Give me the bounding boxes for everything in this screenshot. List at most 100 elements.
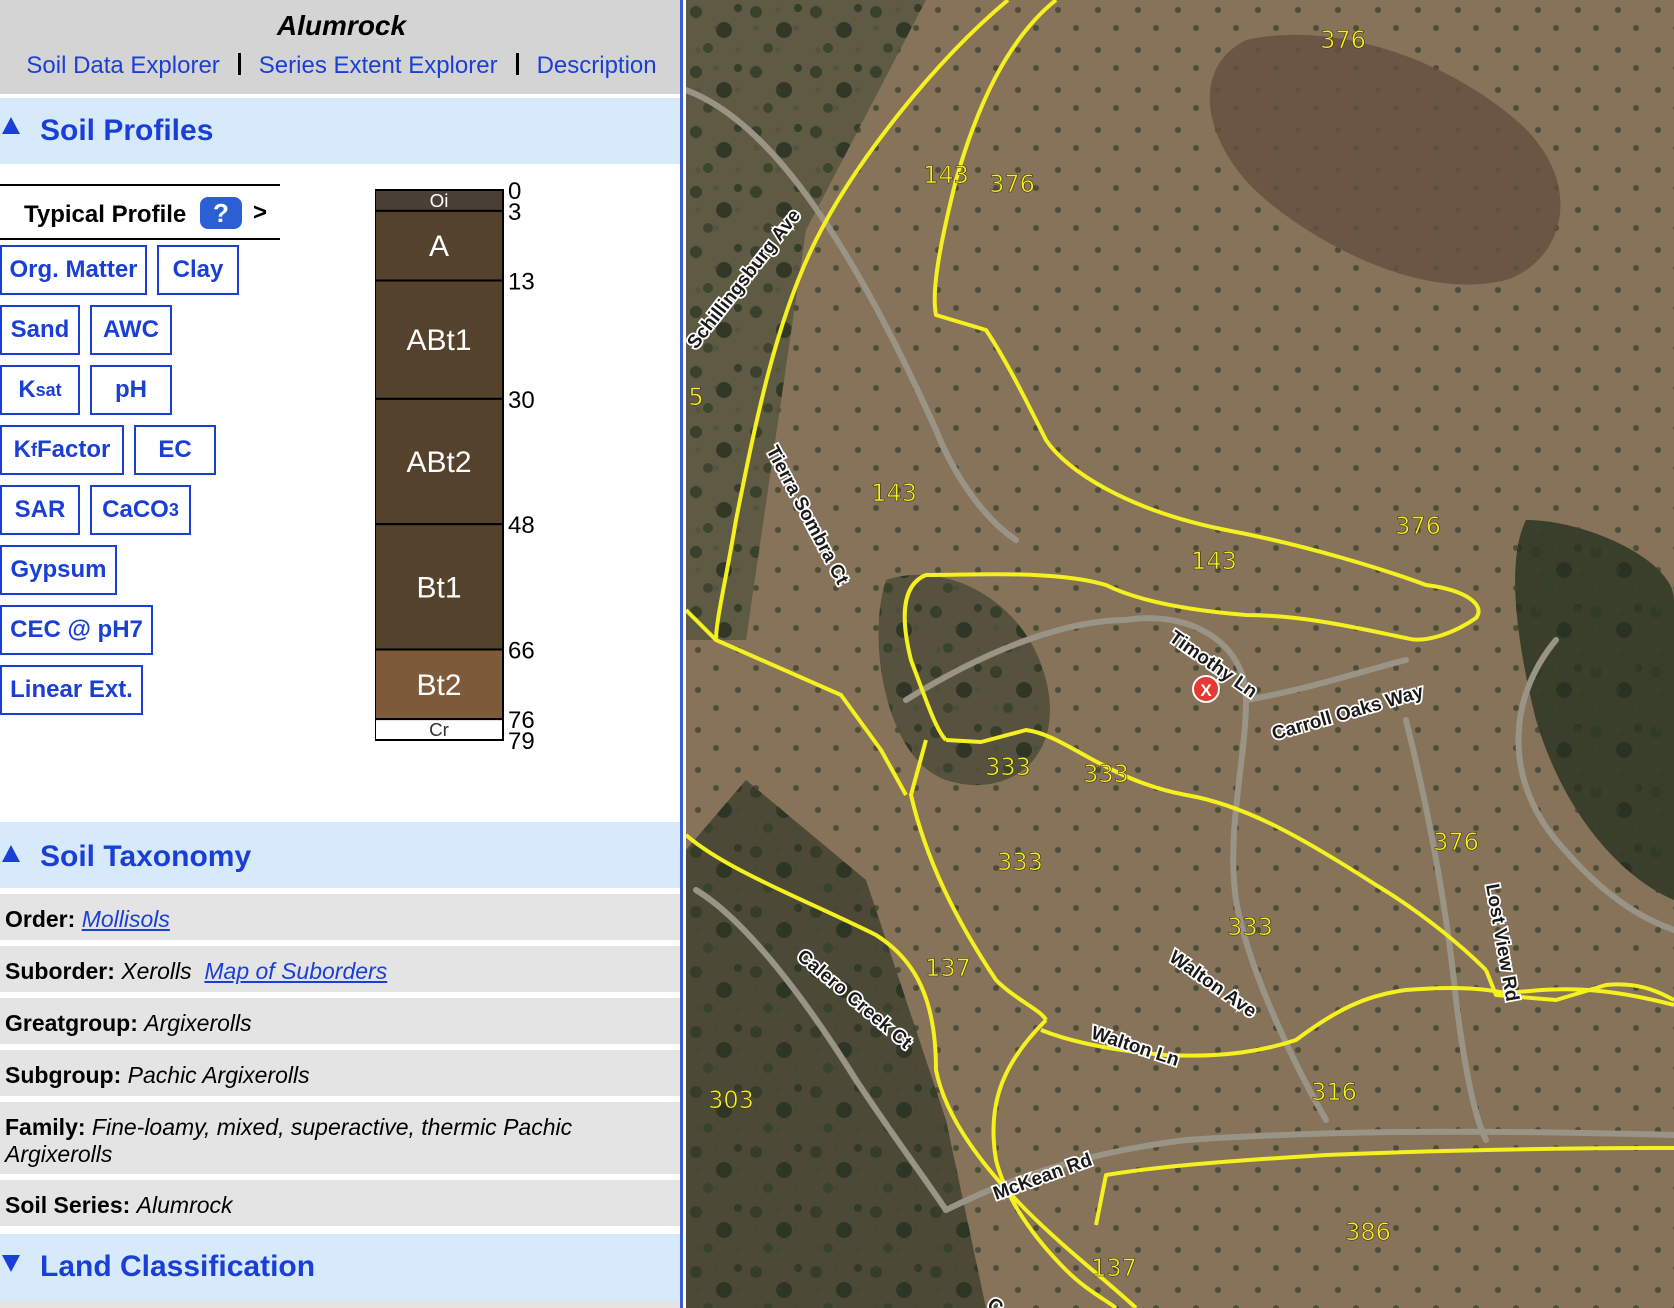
- suborder-label: Suborder:: [5, 958, 115, 984]
- greatgroup-value: Argixerolls: [144, 1010, 252, 1036]
- property-button-ksat[interactable]: Ksat: [0, 365, 80, 415]
- expand-triangle-icon: [2, 1255, 20, 1272]
- order-link[interactable]: Mollisols: [82, 906, 170, 932]
- map-unit-label[interactable]: 316: [1311, 1078, 1357, 1107]
- subgroup-label: Subgroup:: [5, 1062, 122, 1088]
- property-button-org-matter[interactable]: Org. Matter: [0, 245, 147, 295]
- property-button-label: K: [18, 376, 36, 403]
- map-of-suborders-link[interactable]: Map of Suborders: [204, 958, 387, 984]
- subgroup-value: Pachic Argixerolls: [127, 1062, 310, 1088]
- soil-taxonomy-header[interactable]: Soil Taxonomy: [0, 822, 680, 888]
- land-classification-header[interactable]: Land Classification: [0, 1234, 680, 1300]
- nav-link-series-extent-explorer[interactable]: Series Extent Explorer: [259, 52, 498, 79]
- property-button-label: AWC: [103, 316, 159, 343]
- map-unit-label[interactable]: 333: [1227, 913, 1273, 942]
- soil-profiles-heading: Soil Profiles: [40, 114, 214, 147]
- map-unit-label[interactable]: 386: [1345, 1218, 1391, 1247]
- location-marker-label: X: [1200, 681, 1212, 700]
- depth-tick-label: 79: [508, 728, 535, 755]
- map-unit-label[interactable]: 333: [985, 753, 1031, 782]
- nav-link-soil-data-explorer[interactable]: Soil Data Explorer: [26, 52, 219, 79]
- next-arrow-icon[interactable]: >: [253, 199, 267, 227]
- soil-profiles-header[interactable]: Soil Profiles: [0, 98, 680, 164]
- horizon-label: ABt1: [406, 324, 471, 357]
- nav-link-description[interactable]: Description: [537, 52, 657, 79]
- taxonomy-row-subgroup: Subgroup: Pachic Argixerolls: [0, 1050, 680, 1096]
- property-button-cec[interactable]: CEC @ pH7: [0, 605, 153, 655]
- depth-tick-label: 66: [508, 637, 535, 664]
- map-unit-label[interactable]: 143: [871, 479, 917, 508]
- soil-profile-diagram: OiAABt1ABt2Bt1Bt2Cr03133048667679: [375, 180, 535, 755]
- property-button-label: Org. Matter: [9, 256, 138, 283]
- horizon-label: Bt1: [416, 571, 461, 604]
- series-title: Alumrock: [276, 10, 407, 41]
- depth-tick-label: 13: [508, 269, 535, 296]
- depth-tick-label: 48: [508, 512, 535, 539]
- horizon-label: Cr: [429, 719, 449, 740]
- typical-profile-tab[interactable]: Typical Profile ? >: [0, 184, 280, 240]
- map-unit-label[interactable]: 376: [1320, 26, 1366, 55]
- map-unit-label[interactable]: 143: [923, 161, 969, 190]
- land-classification-heading: Land Classification: [40, 1250, 316, 1283]
- property-button-subscript: sat: [35, 379, 62, 400]
- collapse-triangle-icon: [2, 845, 20, 862]
- soil-series-value: Alumrock: [136, 1192, 233, 1218]
- next-row-edge: [0, 1300, 680, 1308]
- property-button-clay[interactable]: Clay: [157, 245, 239, 295]
- header-nav: Soil Data Explorer Series Extent Explorer…: [0, 52, 680, 80]
- depth-tick-label: 30: [508, 387, 535, 414]
- map-unit-label[interactable]: 333: [997, 848, 1043, 877]
- taxonomy-row-soil-series: Soil Series: Alumrock: [0, 1180, 680, 1226]
- property-button-caco3[interactable]: CaCO 3: [90, 485, 191, 535]
- property-button-kf-factor[interactable]: Kf Factor: [0, 425, 124, 475]
- soil-series-label: Soil Series:: [5, 1192, 131, 1218]
- property-button-label: CEC @ pH7: [10, 616, 143, 643]
- property-button-label: Gypsum: [10, 556, 107, 583]
- property-button-label-tail: Factor: [36, 436, 111, 463]
- family-value: Fine-loamy, mixed, superactive, thermic …: [5, 1114, 573, 1167]
- horizon-label: Bt2: [416, 669, 461, 702]
- greatgroup-label: Greatgroup:: [5, 1010, 138, 1036]
- map-unit-label[interactable]: 5: [688, 383, 704, 412]
- map-unit-label[interactable]: 137: [1091, 1254, 1137, 1283]
- soil-taxonomy-heading: Soil Taxonomy: [40, 840, 252, 873]
- map-unit-label[interactable]: 303: [708, 1086, 754, 1115]
- soil-map[interactable]: X 376 143 376 143 376 143 333 333 333 37…: [686, 0, 1674, 1308]
- property-button-sand[interactable]: Sand: [0, 305, 80, 355]
- property-button-sar[interactable]: SAR: [0, 485, 80, 535]
- map-unit-label[interactable]: 333: [1083, 760, 1129, 789]
- map-unit-label[interactable]: 137: [925, 954, 971, 983]
- property-button-gypsum[interactable]: Gypsum: [0, 545, 117, 595]
- family-label: Family:: [5, 1114, 86, 1140]
- map-unit-label[interactable]: 376: [1433, 828, 1479, 857]
- property-button-subscript: 3: [168, 499, 179, 520]
- nav-separator: [237, 53, 241, 75]
- property-button-label: Linear Ext.: [10, 676, 133, 703]
- typical-profile-label: Typical Profile: [24, 201, 187, 228]
- property-button-label: K: [13, 436, 31, 463]
- property-button-ec[interactable]: EC: [134, 425, 216, 475]
- order-label: Order:: [5, 906, 76, 932]
- property-button-label: pH: [115, 376, 147, 403]
- horizon-label: A: [429, 230, 449, 263]
- horizon-label: Oi: [430, 190, 449, 211]
- property-button-awc[interactable]: AWC: [90, 305, 172, 355]
- property-button-label: Sand: [10, 316, 70, 343]
- property-button-linear-ext[interactable]: Linear Ext.: [0, 665, 143, 715]
- nav-separator: [515, 53, 519, 75]
- taxonomy-row-greatgroup: Greatgroup: Argixerolls: [0, 998, 680, 1044]
- property-button-ph[interactable]: pH: [90, 365, 172, 415]
- horizon-label: ABt2: [406, 446, 471, 479]
- property-button-label: Clay: [172, 256, 224, 283]
- property-button-label: CaCO: [102, 496, 169, 523]
- help-button[interactable]: ?: [200, 197, 242, 229]
- soil-info-panel: Alumrock Soil Data Explorer Series Extent…: [0, 0, 683, 1308]
- panel-header: Alumrock Soil Data Explorer Series Extent…: [0, 0, 680, 94]
- map-unit-label[interactable]: 376: [1395, 512, 1441, 541]
- suborder-value: Xerolls: [121, 958, 192, 984]
- collapse-triangle-icon: [2, 117, 20, 134]
- property-button-label: EC: [158, 436, 192, 463]
- taxonomy-row-order: Order: Mollisols: [0, 894, 680, 940]
- map-unit-label[interactable]: 143: [1191, 547, 1237, 576]
- map-unit-label[interactable]: 376: [989, 170, 1035, 199]
